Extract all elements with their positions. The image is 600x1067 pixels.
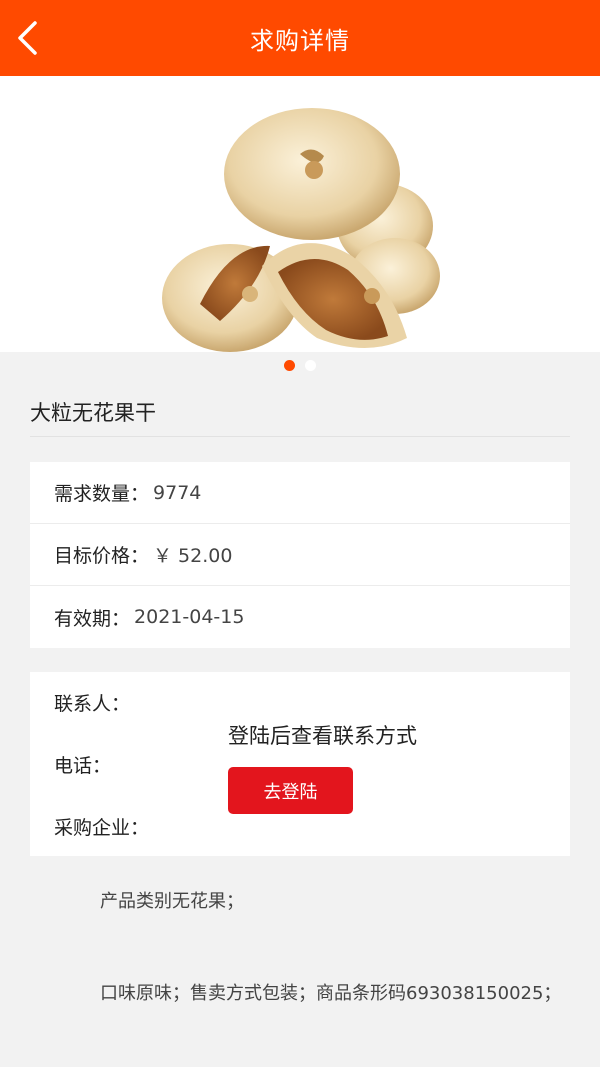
price-value: ￥ 52.00 [153, 545, 233, 567]
page-title: 求购详情 [250, 26, 350, 55]
phone-label: 电话： [54, 755, 112, 777]
description-line: 口味原味；售卖方式包装；商品条形码693038150025； [100, 983, 562, 1004]
quantity-row: 需求数量： 9774 [30, 462, 570, 524]
chevron-left-icon [18, 21, 37, 55]
login-hint: 登陆后查看联系方式 [228, 724, 417, 748]
app-header: 求购详情 [0, 0, 600, 76]
back-button[interactable] [6, 16, 50, 60]
carousel-indicator [0, 360, 600, 372]
validity-label: 有效期： [54, 607, 131, 630]
product-image-carousel[interactable] [0, 76, 600, 352]
product-title: 大粒无花果干 [30, 388, 570, 437]
requirement-info-card: 需求数量： 9774 目标价格： ￥ 52.00 有效期： 2021-04-15 [30, 462, 570, 648]
contact-info-card: 联系人： 电话： 采购企业： 登陆后查看联系方式 去登陆 [30, 672, 570, 856]
login-button[interactable]: 去登陆 [228, 767, 353, 814]
carousel-dot-active[interactable] [284, 360, 295, 371]
price-row: 目标价格： ￥ 52.00 [30, 524, 570, 586]
contact-person-label: 联系人： [54, 693, 131, 715]
description-line: 产品类别无花果； [100, 891, 244, 912]
quantity-label: 需求数量： [54, 483, 150, 505]
product-description: 产品类别无花果； 口味原味；售卖方式包装；商品条形码693038150025； [56, 886, 566, 1010]
carousel-dot[interactable] [305, 360, 316, 371]
validity-row: 有效期： 2021-04-15 [30, 586, 570, 648]
company-label: 采购企业： [54, 817, 150, 839]
price-label: 目标价格： [54, 545, 150, 567]
validity-value: 2021-04-15 [134, 606, 245, 628]
product-image [162, 108, 440, 352]
quantity-value: 9774 [153, 481, 202, 504]
